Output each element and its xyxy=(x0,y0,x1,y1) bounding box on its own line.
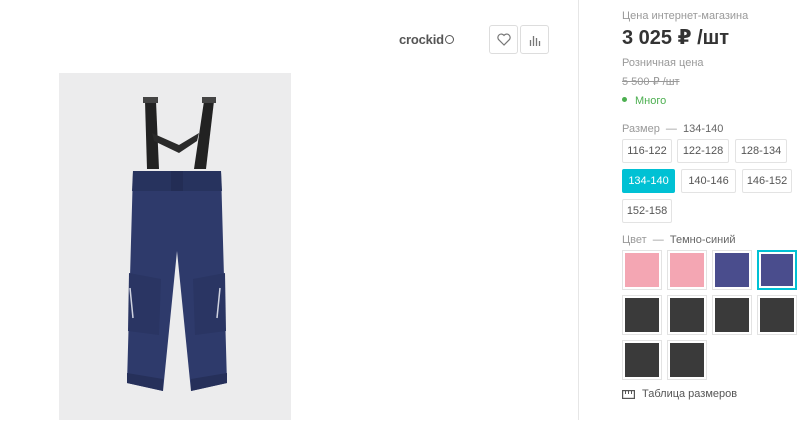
snow-pants-image xyxy=(127,97,227,391)
bar-chart-icon xyxy=(529,35,540,46)
color-swatch-fill xyxy=(625,343,659,377)
stock-label: Много xyxy=(635,95,667,107)
color-swatch-fill xyxy=(670,253,704,287)
color-swatch-selected[interactable] xyxy=(757,250,797,290)
color-swatch[interactable] xyxy=(757,295,797,335)
compare-button[interactable] xyxy=(520,25,549,54)
color-swatch-fill xyxy=(760,298,794,332)
online-price: 3 025 ₽ /шт xyxy=(622,27,730,49)
product-image[interactable] xyxy=(59,73,291,420)
color-swatch[interactable] xyxy=(667,295,707,335)
color-swatch-fill xyxy=(715,298,749,332)
color-swatch-fill xyxy=(761,254,793,286)
brand-name: crockid xyxy=(399,32,444,47)
size-label: Размер xyxy=(622,123,660,135)
size-option[interactable]: 146-152 xyxy=(742,169,792,193)
size-selector-label: Размер — 134-140 xyxy=(622,123,724,135)
size-option[interactable]: 152-158 xyxy=(622,199,672,223)
color-swatch-fill xyxy=(715,253,749,287)
color-swatch[interactable] xyxy=(712,295,752,335)
color-swatch[interactable] xyxy=(622,250,662,290)
retail-price: 5 500 ₽ /шт xyxy=(622,76,680,88)
retail-price-label: Розничная цена xyxy=(622,57,704,69)
size-option[interactable]: 122-128 xyxy=(677,139,729,163)
size-table-link[interactable]: Таблица размеров xyxy=(622,388,737,400)
size-option[interactable]: 116-122 xyxy=(622,139,672,163)
color-swatch[interactable] xyxy=(622,295,662,335)
color-swatch[interactable] xyxy=(622,340,662,380)
stock-status: Много xyxy=(622,95,666,107)
size-option[interactable]: 128-134 xyxy=(735,139,787,163)
favorite-button[interactable] xyxy=(489,25,518,54)
size-option[interactable]: 140-146 xyxy=(681,169,736,193)
heart-icon xyxy=(496,33,511,46)
color-selector-label: Цвет — Темно-синий xyxy=(622,234,736,246)
color-selected-value: Темно-синий xyxy=(669,234,736,246)
color-swatch-fill xyxy=(670,343,704,377)
size-selected-value: 134-140 xyxy=(683,123,724,135)
color-swatch[interactable] xyxy=(667,250,707,290)
color-swatch[interactable] xyxy=(667,340,707,380)
online-price-label: Цена интернет-магазина xyxy=(622,10,749,22)
ruler-icon xyxy=(622,389,635,399)
color-swatch-fill xyxy=(670,298,704,332)
product-info-panel: Цена интернет-магазина 3 025 ₽ /шт Розни… xyxy=(579,0,800,420)
size-table-label: Таблица размеров xyxy=(642,388,738,400)
color-swatch-fill xyxy=(625,298,659,332)
color-swatch-fill xyxy=(625,253,659,287)
brand-logo: crockid xyxy=(399,32,454,47)
color-swatch[interactable] xyxy=(712,250,752,290)
product-gallery: crockid xyxy=(0,0,578,420)
stock-dot-icon xyxy=(622,97,627,102)
brand-mark-icon xyxy=(444,35,454,44)
size-option-selected[interactable]: 134-140 xyxy=(622,169,675,193)
color-label: Цвет xyxy=(622,234,647,246)
